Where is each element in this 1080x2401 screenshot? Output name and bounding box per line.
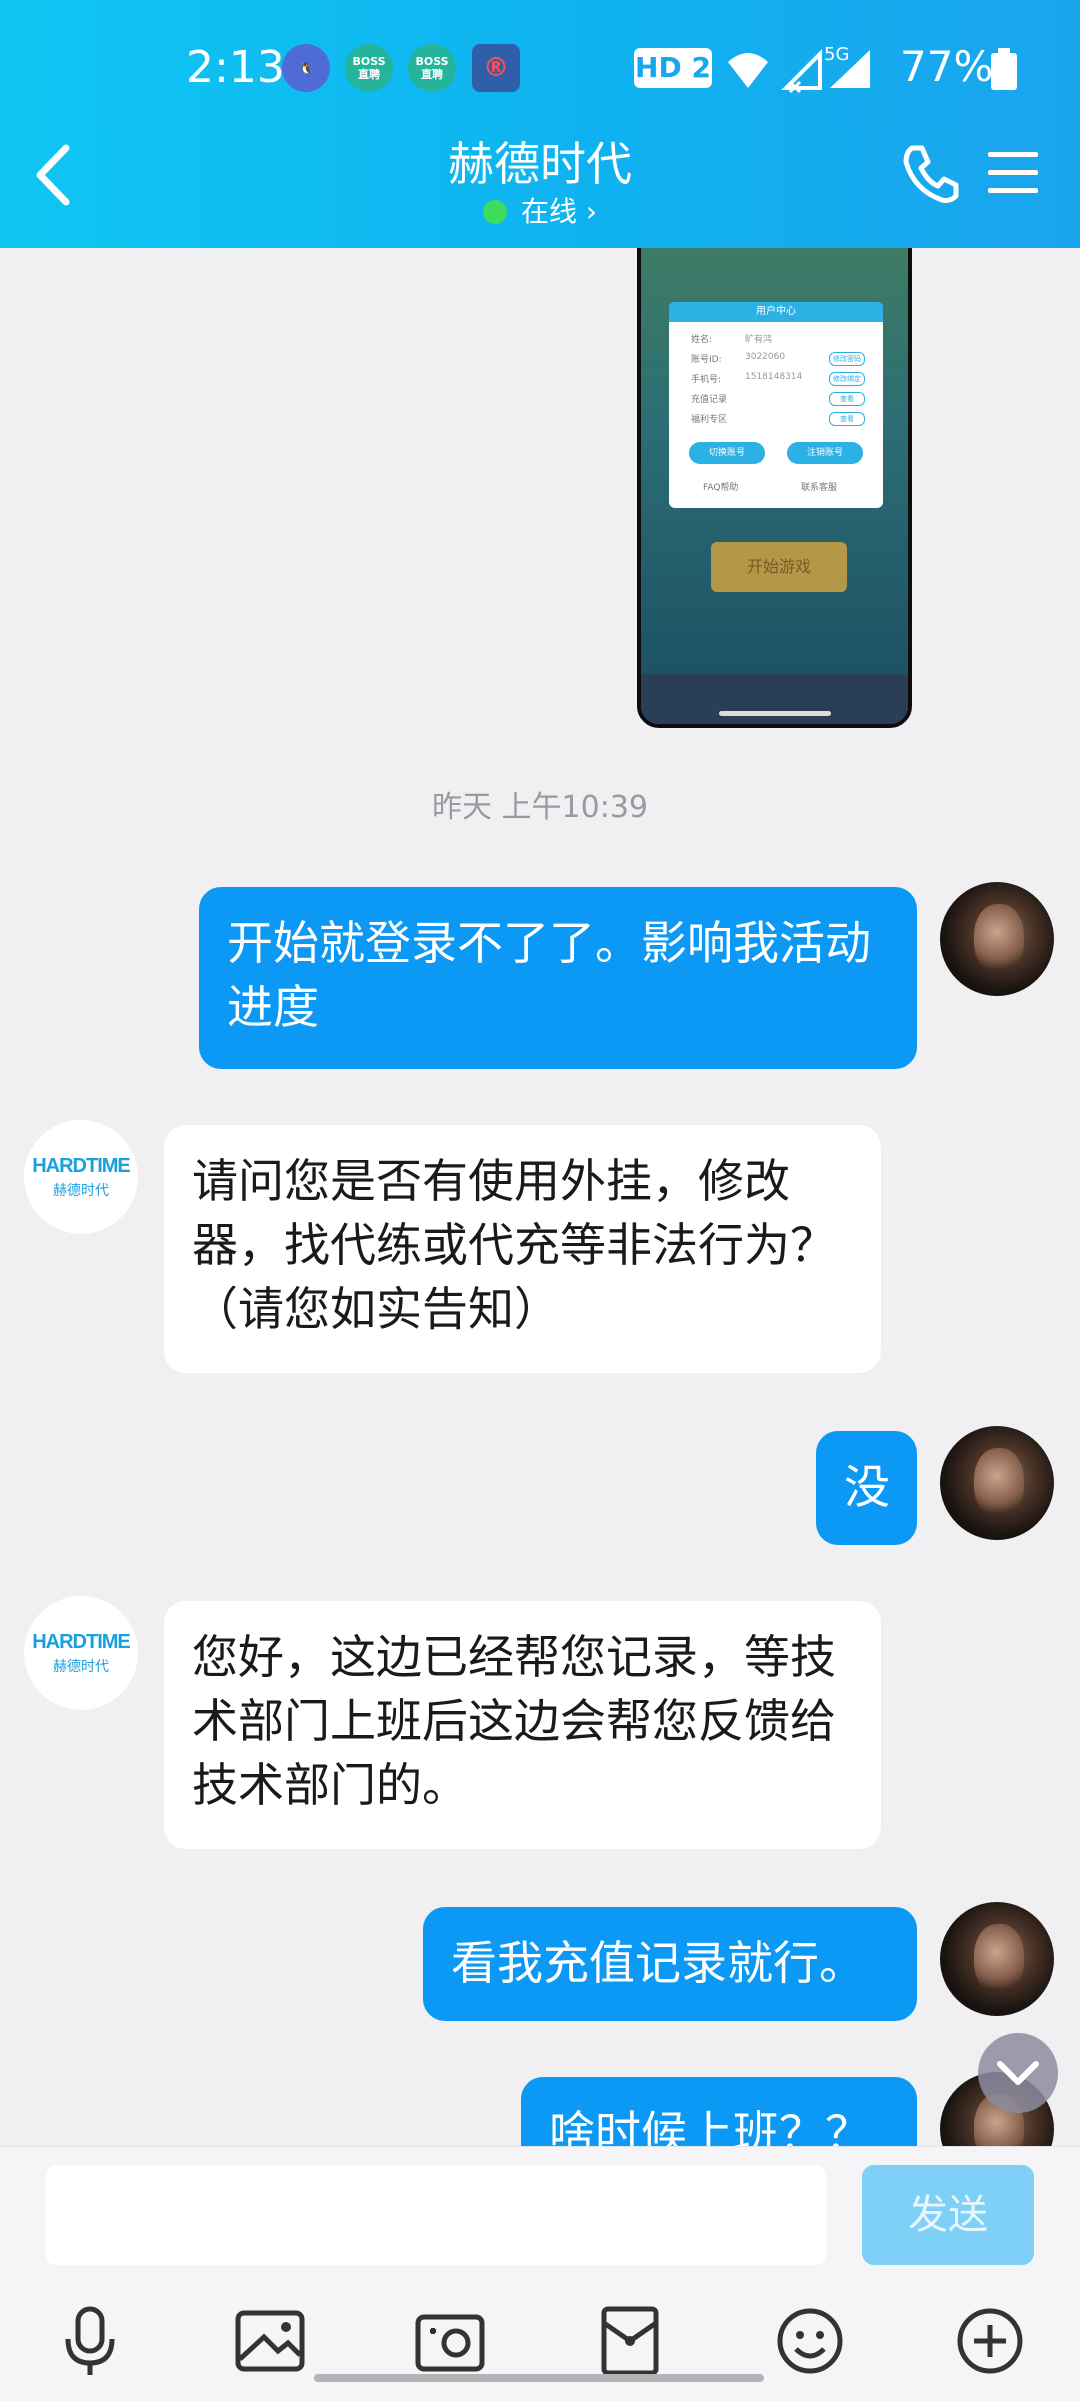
message-bubble-received[interactable]: 您好，这边已经帮您记录，等技术部门上班后这边会帮您反馈给技术部门的。 — [164, 1601, 881, 1849]
input-bar: 发送 — [0, 2146, 1080, 2401]
user-center-panel: 用户中心 姓名: 旷有鸿 账号ID: 3022060 修改密码 手机号: 151… — [669, 302, 883, 508]
game-bottom-bar — [641, 674, 908, 724]
user-avatar[interactable] — [940, 882, 1054, 996]
row-label: 账号ID: — [691, 355, 722, 365]
camera-icon[interactable] — [410, 2301, 490, 2381]
battery-percent: 77% — [900, 42, 994, 91]
faq-link: FAQ帮助 — [703, 483, 739, 493]
message-timestamp: 昨天 上午10:39 — [432, 790, 648, 825]
row-label: 手机号: — [691, 375, 722, 385]
message-bubble-sent[interactable]: 没 — [816, 1431, 917, 1545]
logo-subtext: 赫德时代 — [53, 1658, 109, 1675]
emoji-icon[interactable] — [770, 2301, 850, 2381]
row-button: 修改绑定 — [829, 372, 865, 386]
user-avatar[interactable] — [940, 1902, 1054, 2016]
row-label: 福利专区 — [691, 415, 728, 425]
row-value: 3022060 — [745, 352, 786, 362]
home-indicator — [719, 711, 831, 716]
network-type: 5G — [824, 44, 849, 65]
avatar-face — [974, 904, 1024, 974]
online-status-label: 在线 — [520, 195, 577, 228]
row-label: 姓名: — [691, 335, 713, 345]
status-time: 2:13 — [186, 42, 285, 93]
row-button: 查看 — [829, 412, 865, 426]
message-bubble-sent[interactable]: 啥时候上班？？ — [521, 2077, 917, 2146]
chevron-right-icon: › — [576, 195, 598, 228]
online-dot-icon — [482, 200, 507, 224]
message-bubble-sent[interactable]: 开始就登录不了了。影响我活动进度 — [199, 887, 917, 1069]
logout-account-button: 注销账号 — [787, 442, 863, 464]
row-value: 1518148314 — [745, 372, 803, 382]
gesture-bar — [314, 2374, 764, 2382]
menu-icon[interactable] — [988, 150, 1038, 196]
scroll-to-bottom-button[interactable] — [978, 2033, 1058, 2113]
red-packet-icon[interactable] — [590, 2301, 670, 2381]
avatar-face — [974, 1924, 1024, 1994]
logo-text: HARDTIME — [32, 1630, 131, 1653]
service-avatar[interactable]: HARDTIME 赫德时代 — [24, 1120, 138, 1234]
send-button[interactable]: 发送 — [862, 2165, 1034, 2265]
row-value: 旷有鸿 — [745, 335, 773, 345]
panel-title: 用户中心 — [669, 302, 883, 322]
user-avatar[interactable] — [940, 1426, 1054, 1540]
service-avatar[interactable]: HARDTIME 赫德时代 — [24, 1596, 138, 1710]
signal-icons: 5G — [728, 44, 870, 94]
row-button: 修改密码 — [829, 352, 865, 366]
network-badge: HD 2 — [634, 48, 712, 88]
railway-12306-icon: ® — [472, 44, 520, 92]
logo-subtext: 赫德时代 — [53, 1182, 109, 1199]
boss-zhipin-icon: BOSS 直聘 — [345, 44, 393, 92]
switch-account-button: 切换账号 — [689, 442, 765, 464]
avatar-face — [974, 1448, 1024, 1518]
chat-header: 2:13 🐧 BOSS 直聘 BOSS 直聘 ® HD 2 5G 77% 赫德时… — [0, 0, 1080, 248]
row-button: 查看 — [829, 392, 865, 406]
start-game-button: 开始游戏 — [711, 542, 847, 592]
status-bar: 2:13 🐧 BOSS 直聘 BOSS 直聘 ® HD 2 5G 77% — [0, 38, 1080, 98]
row-label: 充值记录 — [691, 395, 728, 405]
message-bubble-sent[interactable]: 看我充值记录就行。 — [423, 1907, 917, 2021]
battery-icon — [991, 48, 1017, 90]
chat-area[interactable]: 用户中心 姓名: 旷有鸿 账号ID: 3022060 修改密码 手机号: 151… — [0, 248, 1080, 2146]
image-message[interactable]: 用户中心 姓名: 旷有鸿 账号ID: 3022060 修改密码 手机号: 151… — [637, 248, 912, 728]
phone-icon[interactable] — [898, 142, 962, 206]
plus-icon[interactable] — [950, 2301, 1030, 2381]
penguin-app-icon: 🐧 — [282, 44, 330, 92]
message-bubble-received[interactable]: 请问您是否有使用外挂，修改器，找代练或代充等非法行为？（请您如实告知） — [164, 1125, 881, 1373]
contact-link: 联系客服 — [801, 483, 838, 493]
message-input[interactable] — [46, 2165, 826, 2265]
chevron-down-icon — [997, 2061, 1039, 2085]
microphone-icon[interactable] — [50, 2301, 130, 2381]
boss-zhipin-icon: BOSS 直聘 — [408, 44, 456, 92]
logo-text: HARDTIME — [32, 1154, 131, 1177]
photo-icon[interactable] — [230, 2301, 310, 2381]
